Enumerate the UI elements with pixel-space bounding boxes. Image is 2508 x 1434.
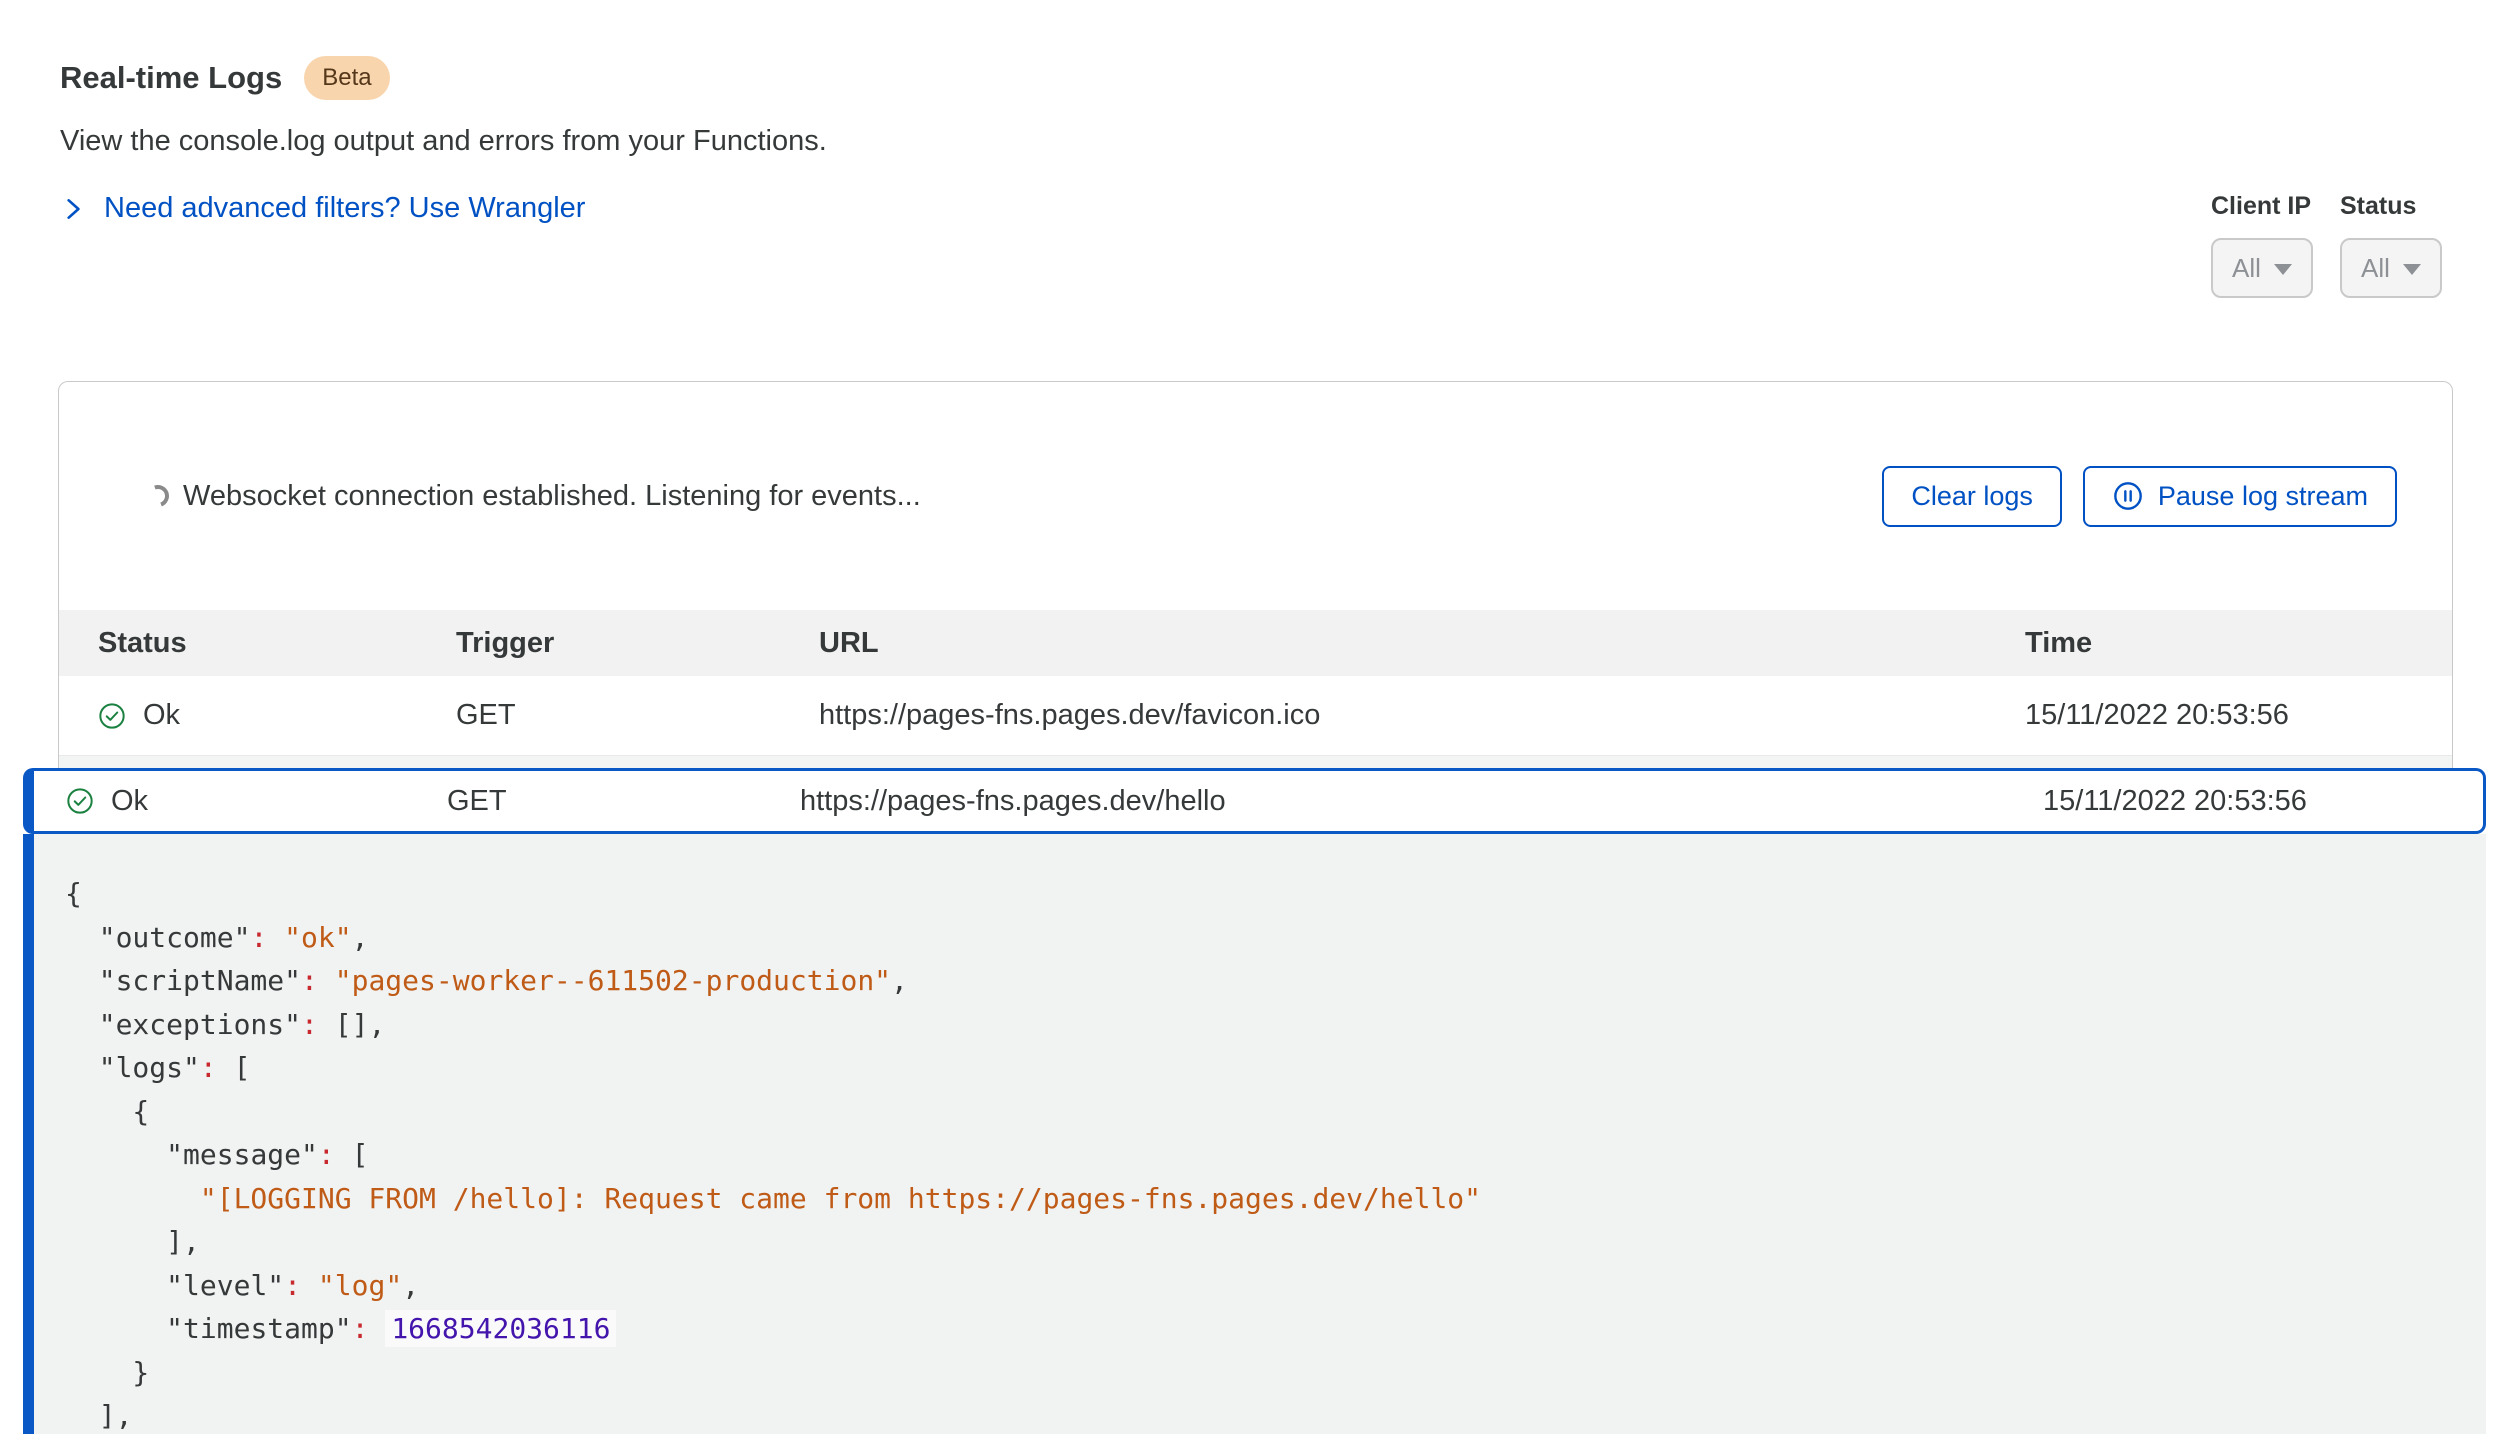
status-filter: Status All bbox=[2340, 192, 2442, 298]
log-table-row[interactable]: Ok GET https://pages-fns.pages.dev/favic… bbox=[59, 676, 2452, 756]
pause-log-stream-button-label: Pause log stream bbox=[2158, 481, 2368, 512]
check-circle-icon bbox=[98, 702, 126, 730]
stream-status-text: Websocket connection established. Listen… bbox=[183, 480, 921, 513]
column-header-trigger: Trigger bbox=[456, 627, 819, 660]
code-line: "[LOGGING FROM /hello]: Request came fro… bbox=[65, 1177, 2466, 1221]
status-filter-label: Status bbox=[2340, 192, 2442, 221]
row-url: https://pages-fns.pages.dev/hello bbox=[800, 785, 2043, 818]
client-ip-filter: Client IP All bbox=[2211, 192, 2313, 298]
pause-log-stream-button[interactable]: Pause log stream bbox=[2083, 466, 2397, 527]
status-filter-value: All bbox=[2361, 253, 2390, 284]
code-line: "scriptName": "pages-worker--611502-prod… bbox=[65, 959, 2466, 1003]
code-line: ], bbox=[65, 1220, 2466, 1264]
expanded-log-entry: Ok GET https://pages-fns.pages.dev/hello… bbox=[23, 768, 2486, 1434]
log-json-viewer: { "outcome": "ok", "scriptName": "pages-… bbox=[23, 834, 2486, 1434]
column-header-url: URL bbox=[819, 627, 2025, 660]
code-line: } bbox=[65, 1351, 2466, 1395]
page-subtitle: View the console.log output and errors f… bbox=[60, 125, 827, 158]
code-line: "message": [ bbox=[65, 1133, 2466, 1177]
row-trigger: GET bbox=[456, 699, 819, 732]
chevron-right-icon bbox=[60, 196, 86, 222]
row-status: Ok bbox=[111, 785, 148, 818]
code-line: "outcome": "ok", bbox=[65, 916, 2466, 960]
code-line: ], bbox=[65, 1394, 2466, 1434]
check-circle-icon bbox=[66, 787, 94, 815]
row-url: https://pages-fns.pages.dev/favicon.ico bbox=[819, 699, 2025, 732]
row-trigger: GET bbox=[447, 785, 800, 818]
code-line: { bbox=[65, 872, 2466, 916]
clear-logs-button[interactable]: Clear logs bbox=[1882, 466, 2062, 527]
row-status: Ok bbox=[143, 699, 180, 732]
code-line: "exceptions": [], bbox=[65, 1003, 2466, 1047]
log-filters: Client IP All Status All bbox=[2211, 192, 2442, 298]
column-header-time: Time bbox=[2025, 627, 2452, 660]
log-json-code: { "outcome": "ok", "scriptName": "pages-… bbox=[65, 872, 2466, 1434]
loading-spinner-icon bbox=[143, 481, 172, 510]
code-line: "logs": [ bbox=[65, 1046, 2466, 1090]
client-ip-filter-value: All bbox=[2232, 253, 2261, 284]
page-title: Real-time Logs bbox=[60, 55, 282, 100]
code-line: { bbox=[65, 1090, 2466, 1134]
advanced-filters-link-label: Need advanced filters? Use Wrangler bbox=[104, 192, 585, 225]
column-header-status: Status bbox=[98, 627, 456, 660]
row-time: 15/11/2022 20:53:56 bbox=[2043, 785, 2483, 818]
caret-down-icon bbox=[2274, 264, 2292, 275]
code-line: "timestamp": 1668542036116 bbox=[65, 1307, 2466, 1351]
client-ip-filter-label: Client IP bbox=[2211, 192, 2313, 221]
status-filter-dropdown[interactable]: All bbox=[2340, 238, 2442, 298]
pause-circle-icon bbox=[2112, 480, 2144, 512]
stream-status-bar: Websocket connection established. Listen… bbox=[59, 382, 2452, 610]
log-table-row-selected[interactable]: Ok GET https://pages-fns.pages.dev/hello… bbox=[23, 768, 2486, 834]
log-table-header: Status Trigger URL Time bbox=[59, 610, 2452, 676]
advanced-filters-link[interactable]: Need advanced filters? Use Wrangler bbox=[60, 192, 585, 225]
caret-down-icon bbox=[2403, 264, 2421, 275]
client-ip-filter-dropdown[interactable]: All bbox=[2211, 238, 2313, 298]
clear-logs-button-label: Clear logs bbox=[1911, 481, 2033, 512]
row-time: 15/11/2022 20:53:56 bbox=[2025, 699, 2452, 732]
page-header: Real-time Logs Beta View the console.log… bbox=[60, 55, 827, 225]
beta-badge: Beta bbox=[304, 56, 389, 100]
code-line: "level": "log", bbox=[65, 1264, 2466, 1308]
